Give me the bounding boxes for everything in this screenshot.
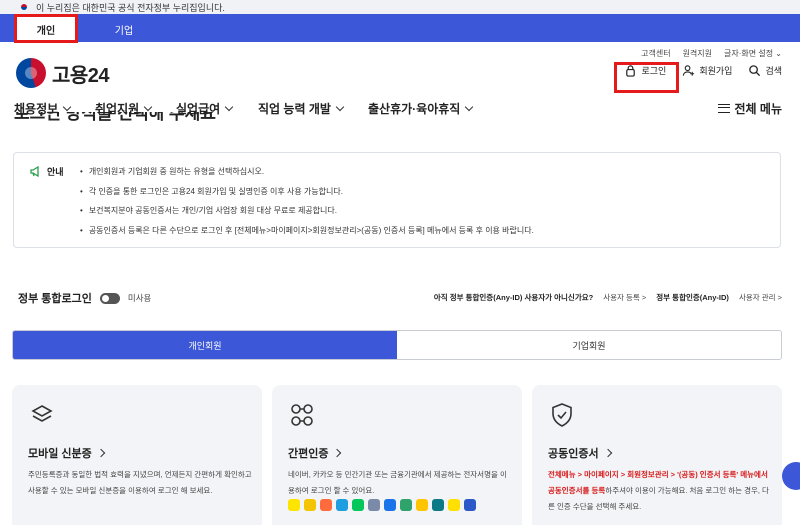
mobile-id-card[interactable]: 모바일 신분증 주민등록증과 동일한 법적 효력을 지녔으며, 언제든지 간편하… (12, 385, 262, 525)
chevron-down-icon (224, 102, 234, 111)
megaphone-icon (30, 166, 39, 177)
provider-icon (320, 499, 332, 511)
chevron-right-icon (333, 448, 342, 458)
provider-icon (384, 499, 396, 511)
highlight-box-login (614, 62, 679, 93)
page-title: 로그인 방식을 선택해 주세요 (14, 112, 216, 126)
joint-certificate-card[interactable]: 공동인증서 전체메뉴 > 마이페이지 > 회원정보관리 > '(공동) 인증서 … (532, 385, 782, 525)
card-title: 간편인증 (288, 445, 342, 461)
chevron-right-icon (96, 448, 106, 458)
shield-check-icon (552, 403, 572, 427)
toggle-state-text: 미사용 (127, 293, 152, 303)
display-settings-link[interactable]: 글자·화면 설정 ⌄ (724, 48, 782, 59)
search-label: 검색 (765, 66, 782, 76)
provider-icon (432, 499, 444, 511)
logo-text: 고용24 (52, 64, 110, 87)
card-title-text: 공동인증서 (548, 448, 599, 460)
chevron-down-icon (143, 102, 153, 111)
user-add-icon (683, 65, 695, 76)
nav-label: 직업 능력 개발 (258, 101, 331, 116)
notice-list: 개인회원과 기업회원 중 원하는 유형을 선택하십시오. 각 인증을 통한 로그… (80, 166, 534, 244)
gov-banner: 이 누리집은 대한민국 공식 전자정부 누리집입니다. (0, 0, 800, 14)
provider-icon (368, 499, 380, 511)
tab-business[interactable]: 기업 (92, 16, 156, 42)
integrated-login-label: 정부 통합로그인 (18, 293, 92, 305)
floating-action-button[interactable] (782, 462, 800, 490)
notice-label-text: 안내 (47, 167, 64, 177)
utility-links: 고객센터 원격지원 글자·화면 설정 ⌄ (641, 48, 782, 59)
notice-box: 안내 개인회원과 기업회원 중 원하는 유형을 선택하십시오. 각 인증을 통한… (13, 152, 781, 248)
highlight-box-personal-tab (14, 14, 78, 43)
card-description: 주민등록증과 동일한 법적 효력을 지녔으며, 언제든지 간편하게 확인하고 사… (28, 470, 252, 495)
chevron-down-icon (335, 102, 345, 111)
provider-icon (400, 499, 412, 511)
naver-icon (352, 499, 364, 511)
integrated-login-toggle[interactable] (99, 292, 120, 304)
all-menu-label: 전체 메뉴 (734, 101, 783, 116)
notice-item: 각 인증을 통한 로그인은 고용24 회원가입 및 실명인증 이후 사용 가능합… (80, 186, 534, 206)
integrated-login: 정부 통합로그인 미사용 (18, 290, 151, 306)
notice-item: 공동인증서 등록은 다른 수단으로 로그인 후 [전체메뉴>마이페이지>회원정보… (80, 225, 534, 245)
provider-icon (336, 499, 348, 511)
anyid-label: 정부 통합인증(Any-ID) (656, 293, 729, 302)
provider-icon (448, 499, 460, 511)
remote-support-link[interactable]: 원격지원 (683, 48, 712, 59)
card-title: 모바일 신분증 (28, 445, 106, 461)
card-description: 네이버, 카카오 등 민간기관 또는 금융기관에서 제공하는 전자서명을 이용하… (288, 470, 507, 495)
korea-flag-icon (18, 3, 30, 11)
customer-center-link[interactable]: 고객센터 (641, 48, 670, 59)
card-title-text: 모바일 신분증 (28, 448, 92, 460)
chevron-right-icon (603, 448, 612, 458)
nodes-icon (291, 404, 313, 426)
hamburger-icon (717, 103, 730, 113)
signup-label: 회원가입 (699, 66, 733, 76)
nav-item-vocational-training[interactable]: 직업 능력 개발 (258, 100, 345, 117)
notice-label: 안내 (30, 165, 64, 178)
card-title-text: 간편인증 (288, 448, 329, 460)
search-button[interactable]: 검색 (748, 64, 782, 77)
all-menu-button[interactable]: 전체 메뉴 (717, 100, 783, 117)
search-icon (749, 65, 761, 77)
member-tabs: 개인회원 기업회원 (12, 330, 782, 360)
tab-personal-member[interactable]: 개인회원 (13, 331, 397, 359)
member-type-bar: 개인 기업 (0, 14, 800, 42)
provider-icons (288, 499, 476, 511)
page-title-text: 로그인 방식을 선택해 주세요 (14, 112, 216, 123)
provider-icon (304, 499, 316, 511)
card-description: 전체메뉴 > 마이페이지 > 회원정보관리 > '(공동) 인증서 등록' 메뉴… (548, 467, 772, 515)
chevron-down-icon (62, 102, 72, 111)
card-title: 공동인증서 (548, 445, 612, 461)
nav-label: 출산휴가·육아휴직 (368, 101, 461, 116)
site-logo[interactable]: 고용24 (16, 58, 110, 88)
anyid-question: 아직 정부 통합인증(Any-ID) 사용자가 아니신가요? (433, 293, 594, 302)
signup-button[interactable]: 회원가입 (682, 64, 732, 77)
chevron-down-icon (465, 102, 474, 111)
anyid-manage-link[interactable]: 사용자 관리 > (739, 292, 782, 303)
notice-item: 개인회원과 기업회원 중 원하는 유형을 선택하십시오. (80, 166, 534, 186)
nav-item-parental-leave[interactable]: 출산휴가·육아휴직 (368, 100, 474, 117)
anyid-links: 아직 정부 통합인증(Any-ID) 사용자가 아니신가요? 사용자 등록 > … (434, 292, 782, 303)
gov-banner-text: 이 누리집은 대한민국 공식 전자정부 누리집입니다. (36, 2, 225, 13)
taegeuk-logo-icon (16, 58, 46, 88)
provider-icon (464, 499, 476, 511)
kakao-icon (288, 499, 300, 511)
provider-icon (416, 499, 428, 511)
tab-business-member[interactable]: 기업회원 (397, 331, 781, 359)
layers-icon (31, 405, 53, 422)
anyid-register-link[interactable]: 사용자 등록 > (603, 292, 646, 303)
notice-item: 보건복지분야 공동인증서는 개인/기업 사업장 회원 대상 무료로 제공합니다. (80, 205, 534, 225)
